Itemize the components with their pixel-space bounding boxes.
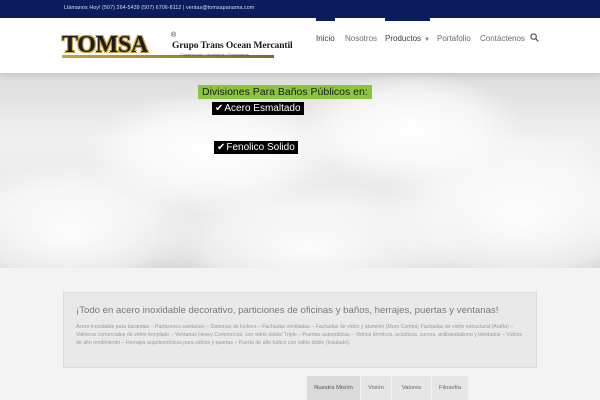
tab-nuestra-mision[interactable]: Nuestra Misión	[307, 376, 361, 400]
nav-item-contactenos[interactable]: Contáctenos	[480, 18, 525, 73]
info-card-heading: ¡Todo en acero inoxidable decorativo, pa…	[76, 305, 499, 316]
chevron-down-icon: ▼	[424, 37, 430, 43]
site-header: TOMSA ® Grupo Trans Ocean Mercantil Cons…	[0, 18, 600, 73]
check-icon: ✔	[217, 142, 226, 153]
option-acero-esmaltado: ✔Acero Esmaltado	[212, 102, 304, 115]
option-label: Fenolico Solido	[226, 142, 295, 153]
hero-banner: Divisiones Para Baños Públicos en: ✔Acer…	[0, 73, 600, 268]
contact-info-text: Llámanos Hoy! (507) 264-5439 (507) 6706-…	[64, 5, 255, 11]
nav-item-productos-label: Productos	[385, 34, 422, 43]
info-card: ¡Todo en acero inoxidable decorativo, pa…	[63, 292, 537, 368]
option-label: Acero Esmaltado	[224, 103, 301, 114]
check-icon: ✔	[215, 103, 224, 114]
option-fenolico-solido: ✔Fenolico Solido	[214, 141, 298, 154]
tab-filosofia[interactable]: Filosofía	[432, 376, 469, 400]
info-card-body: Acero inoxidable para barandas – Partici…	[76, 324, 523, 346]
nav-item-inicio[interactable]: Inicio	[316, 18, 335, 73]
tab-valores[interactable]: Valores	[392, 376, 432, 400]
nav-item-productos[interactable]: Productos ▼	[385, 18, 430, 73]
hero-title: Divisiones Para Baños Públicos en:	[198, 85, 372, 99]
search-icon[interactable]	[530, 33, 539, 42]
top-contact-bar: Llámanos Hoy! (507) 264-5439 (507) 6706-…	[0, 0, 600, 18]
tab-vision[interactable]: Visión	[361, 376, 392, 400]
content-section: ¡Todo en acero inoxidable decorativo, pa…	[0, 268, 600, 400]
nav-item-nosotros[interactable]: Nosotros	[345, 18, 377, 73]
main-nav: Inicio Nosotros Productos ▼ Portafolio Co…	[0, 18, 600, 73]
nav-item-portafolio[interactable]: Portafolio	[437, 18, 471, 73]
